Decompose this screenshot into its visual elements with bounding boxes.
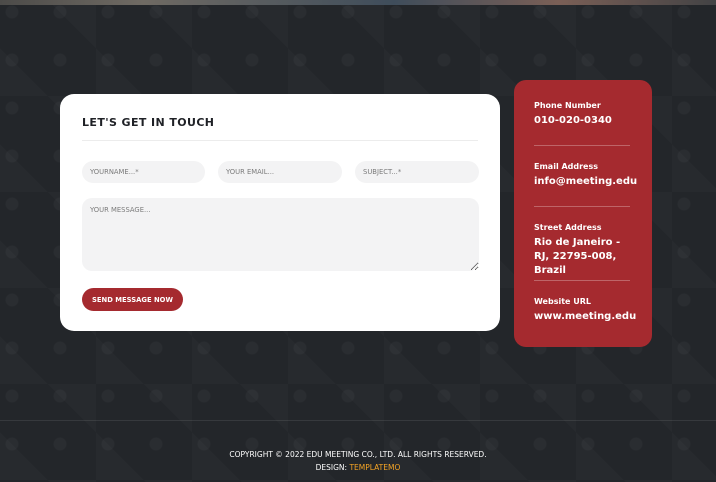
- website-label: Website URL: [534, 297, 591, 306]
- info-divider: [534, 206, 630, 207]
- design-label: DESIGN:: [315, 463, 348, 472]
- phone-info-item: Phone Number 010-020-0340: [534, 100, 630, 128]
- website-value: www.meeting.edu: [534, 311, 637, 322]
- footer-divider: [0, 420, 716, 421]
- email-label: Email Address: [534, 162, 599, 171]
- message-textarea[interactable]: [82, 198, 479, 271]
- address-label: Street Address: [534, 223, 602, 232]
- website-info-item: Website URL www.meeting.edu: [534, 296, 637, 324]
- address-info-item: Street Address Rio de Janeiro - RJ, 2279…: [534, 222, 630, 278]
- email-value: info@meeting.edu: [534, 176, 638, 187]
- email-input[interactable]: [218, 161, 342, 183]
- contact-info-panel: Phone Number 010-020-0340 Email Address …: [514, 80, 652, 347]
- info-divider: [534, 280, 630, 281]
- send-message-button[interactable]: SEND MESSAGE NOW: [82, 288, 183, 311]
- templatemo-link[interactable]: TEMPLATEMO: [349, 463, 400, 472]
- phone-label: Phone Number: [534, 101, 601, 110]
- name-input[interactable]: [82, 161, 205, 183]
- contact-form-divider: [82, 140, 478, 141]
- contact-form-card: LET'S GET IN TOUCH SEND MESSAGE NOW: [60, 94, 500, 331]
- footer-design-credit: DESIGN: TEMPLATEMO: [0, 463, 716, 472]
- subject-input[interactable]: [355, 161, 479, 183]
- email-info-item: Email Address info@meeting.edu: [534, 161, 638, 189]
- contact-form-title: LET'S GET IN TOUCH: [82, 116, 215, 129]
- info-divider: [534, 145, 630, 146]
- top-hero-strip: [0, 0, 716, 5]
- address-value: Rio de Janeiro - RJ, 22795-008, Brazil: [534, 237, 621, 276]
- phone-value: 010-020-0340: [534, 115, 612, 126]
- footer-copyright: COPYRIGHT © 2022 EDU MEETING CO., LTD. A…: [229, 450, 487, 459]
